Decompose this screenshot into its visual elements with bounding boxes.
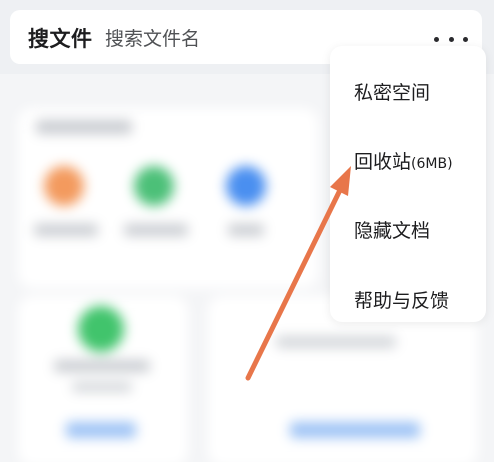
blurred-label — [124, 224, 188, 236]
menu-item-label: 私密空间 — [354, 82, 431, 104]
blurred-label — [72, 382, 132, 392]
menu-item-label: 隐藏文档 — [354, 220, 431, 242]
blurred-label — [54, 360, 150, 372]
search-title: 搜文件 — [28, 27, 93, 51]
blurred-button — [66, 422, 136, 438]
recycle-bin-size: (6MB) — [411, 156, 453, 172]
blurred-label — [228, 224, 264, 236]
menu-item-label: 回收站 — [354, 151, 412, 173]
menu-item-private-space[interactable]: 私密空间 — [354, 78, 430, 108]
overflow-menu: 私密空间 回收站(6MB) 隐藏文档 帮助与反馈 — [330, 46, 486, 322]
blurred-heading — [36, 120, 132, 134]
menu-item-recycle-bin[interactable]: 回收站(6MB) — [354, 147, 453, 177]
menu-item-help-feedback[interactable]: 帮助与反馈 — [354, 286, 449, 316]
menu-item-hidden-docs[interactable]: 隐藏文档 — [354, 216, 430, 246]
blurred-blue-icon — [226, 166, 266, 206]
blurred-label — [276, 336, 396, 348]
blurred-label — [34, 224, 98, 236]
more-dots-icon[interactable] — [434, 34, 468, 44]
blurred-button — [290, 422, 420, 438]
blurred-green-icon — [134, 166, 174, 206]
blurred-green-large-icon — [78, 306, 124, 352]
screen: 搜文件 搜索文件名 私密空间 回收站(6MB) 隐藏文档 帮助与反馈 — [0, 0, 494, 462]
blurred-orange-icon — [44, 166, 84, 206]
menu-item-label: 帮助与反馈 — [354, 290, 450, 312]
search-input[interactable]: 搜索文件名 — [105, 24, 200, 51]
